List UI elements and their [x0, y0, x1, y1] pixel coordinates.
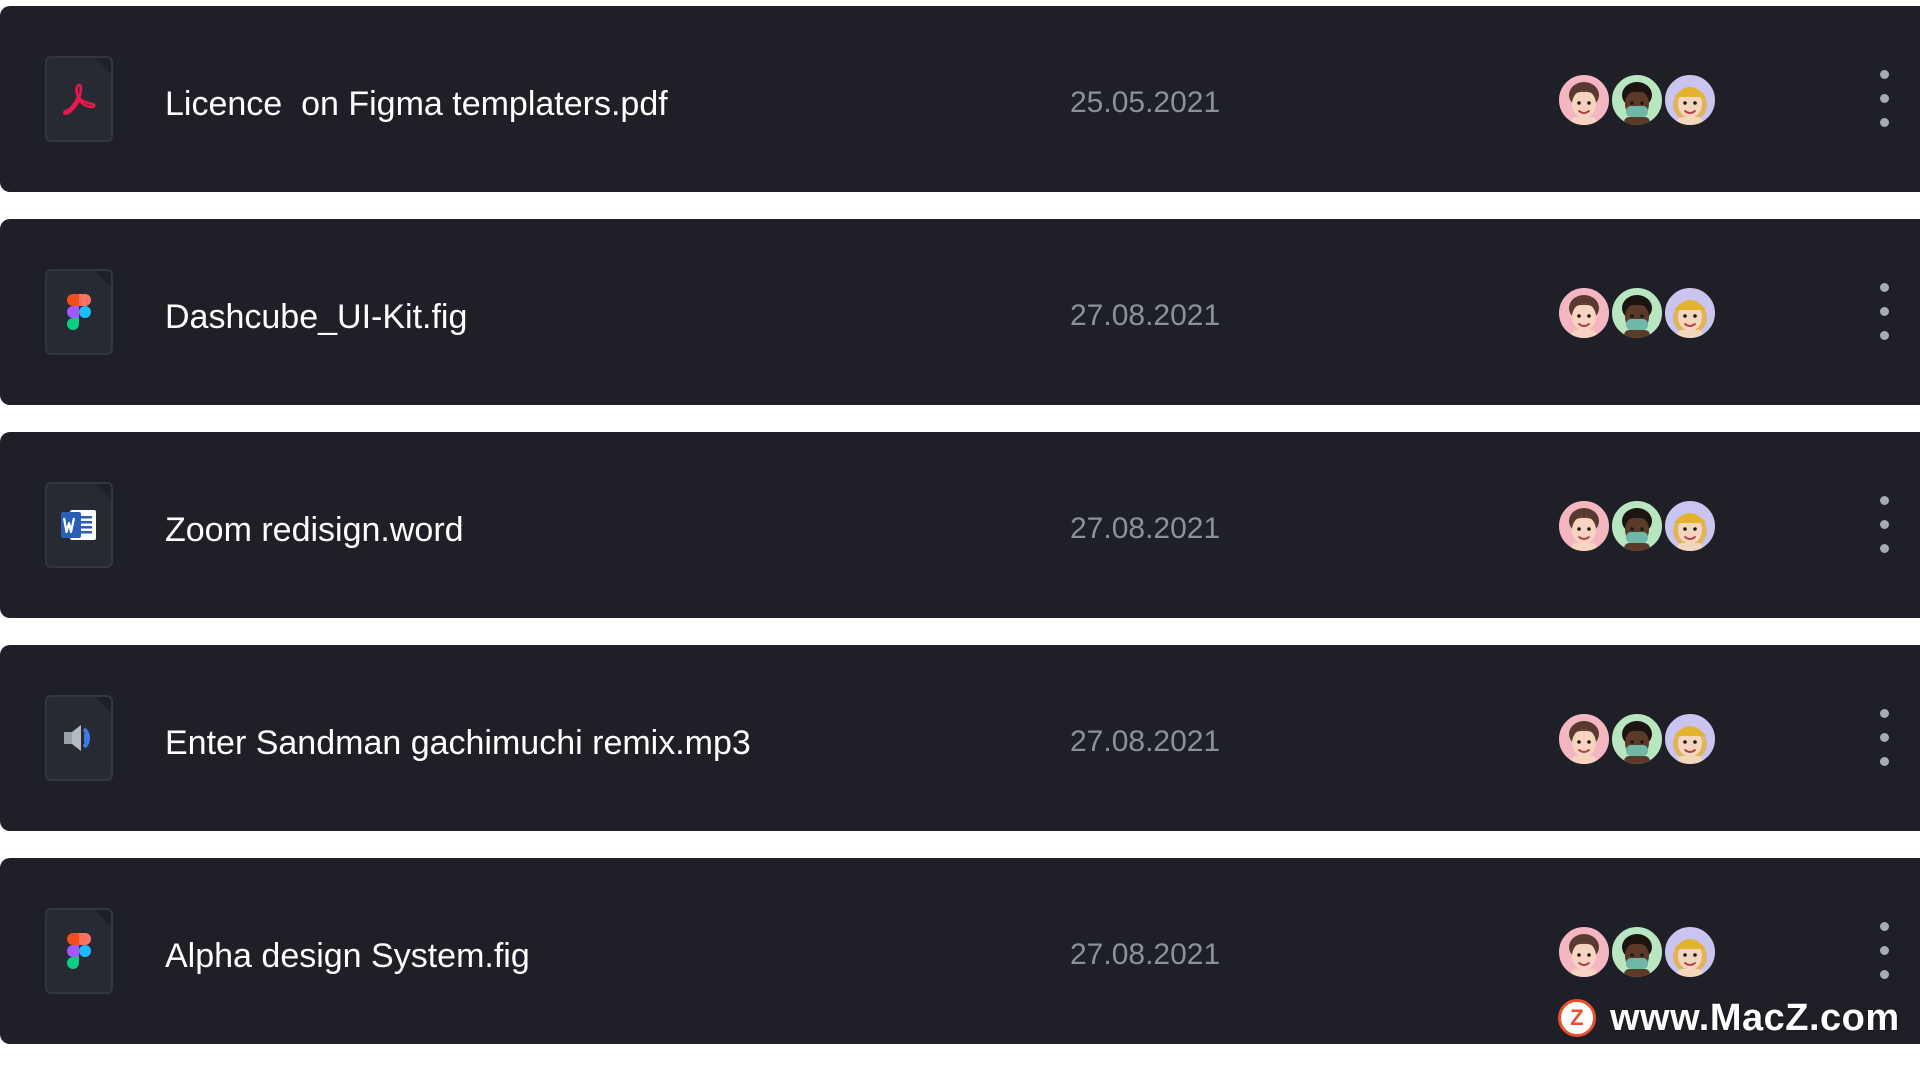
- avatar-woman-hat-icon: [1662, 72, 1718, 128]
- file-row[interactable]: Enter Sandman gachimuchi remix.mp3 27.08…: [0, 645, 1920, 831]
- watermark-text: www.MacZ.com: [1610, 996, 1900, 1039]
- file-date: 25.05.2021: [1070, 86, 1221, 119]
- word-icon: [45, 482, 113, 568]
- avatar-woman-icon: [1556, 285, 1612, 341]
- avatar-woman-icon: [1556, 72, 1612, 128]
- file-date: 27.08.2021: [1070, 725, 1221, 758]
- avatar-woman-icon: [1556, 498, 1612, 554]
- file-date: 27.08.2021: [1070, 299, 1221, 332]
- avatar-man-mask-icon: [1609, 72, 1665, 128]
- file-date: 27.08.2021: [1070, 512, 1221, 545]
- more-options-icon[interactable]: [1870, 920, 1900, 982]
- avatar-woman-icon: [1556, 924, 1612, 980]
- file-name: Enter Sandman gachimuchi remix.mp3: [165, 724, 751, 762]
- more-options-icon[interactable]: [1870, 68, 1900, 130]
- file-row[interactable]: Zoom redisign.word 27.08.2021: [0, 432, 1920, 618]
- file-name: Dashcube_UI-Kit.fig: [165, 298, 468, 336]
- avatar-woman-hat-icon: [1662, 711, 1718, 767]
- figma-icon: [45, 908, 113, 994]
- macz-logo-icon: [1558, 999, 1596, 1037]
- avatar-woman-icon: [1556, 711, 1612, 767]
- file-name: Zoom redisign.word: [165, 511, 464, 549]
- file-date: 27.08.2021: [1070, 938, 1221, 971]
- avatar-man-mask-icon: [1609, 285, 1665, 341]
- audio-icon: [45, 695, 113, 781]
- file-name: Licence on Figma templaters.pdf: [165, 85, 668, 123]
- avatar-man-mask-icon: [1609, 498, 1665, 554]
- file-name: Alpha design System.fig: [165, 937, 530, 975]
- figma-icon: [45, 269, 113, 355]
- file-row[interactable]: Licence on Figma templaters.pdf 25.05.20…: [0, 6, 1920, 192]
- file-row[interactable]: Dashcube_UI-Kit.fig 27.08.2021: [0, 219, 1920, 405]
- avatar-woman-hat-icon: [1662, 285, 1718, 341]
- avatar-woman-hat-icon: [1662, 924, 1718, 980]
- avatar-man-mask-icon: [1609, 711, 1665, 767]
- avatar-woman-hat-icon: [1662, 498, 1718, 554]
- file-list: Licence on Figma templaters.pdf 25.05.20…: [0, 6, 1920, 1071]
- pdf-icon: [45, 56, 113, 142]
- watermark: www.MacZ.com: [1558, 996, 1900, 1040]
- more-options-icon[interactable]: [1870, 494, 1900, 556]
- avatar-man-mask-icon: [1609, 924, 1665, 980]
- more-options-icon[interactable]: [1870, 281, 1900, 343]
- more-options-icon[interactable]: [1870, 707, 1900, 769]
